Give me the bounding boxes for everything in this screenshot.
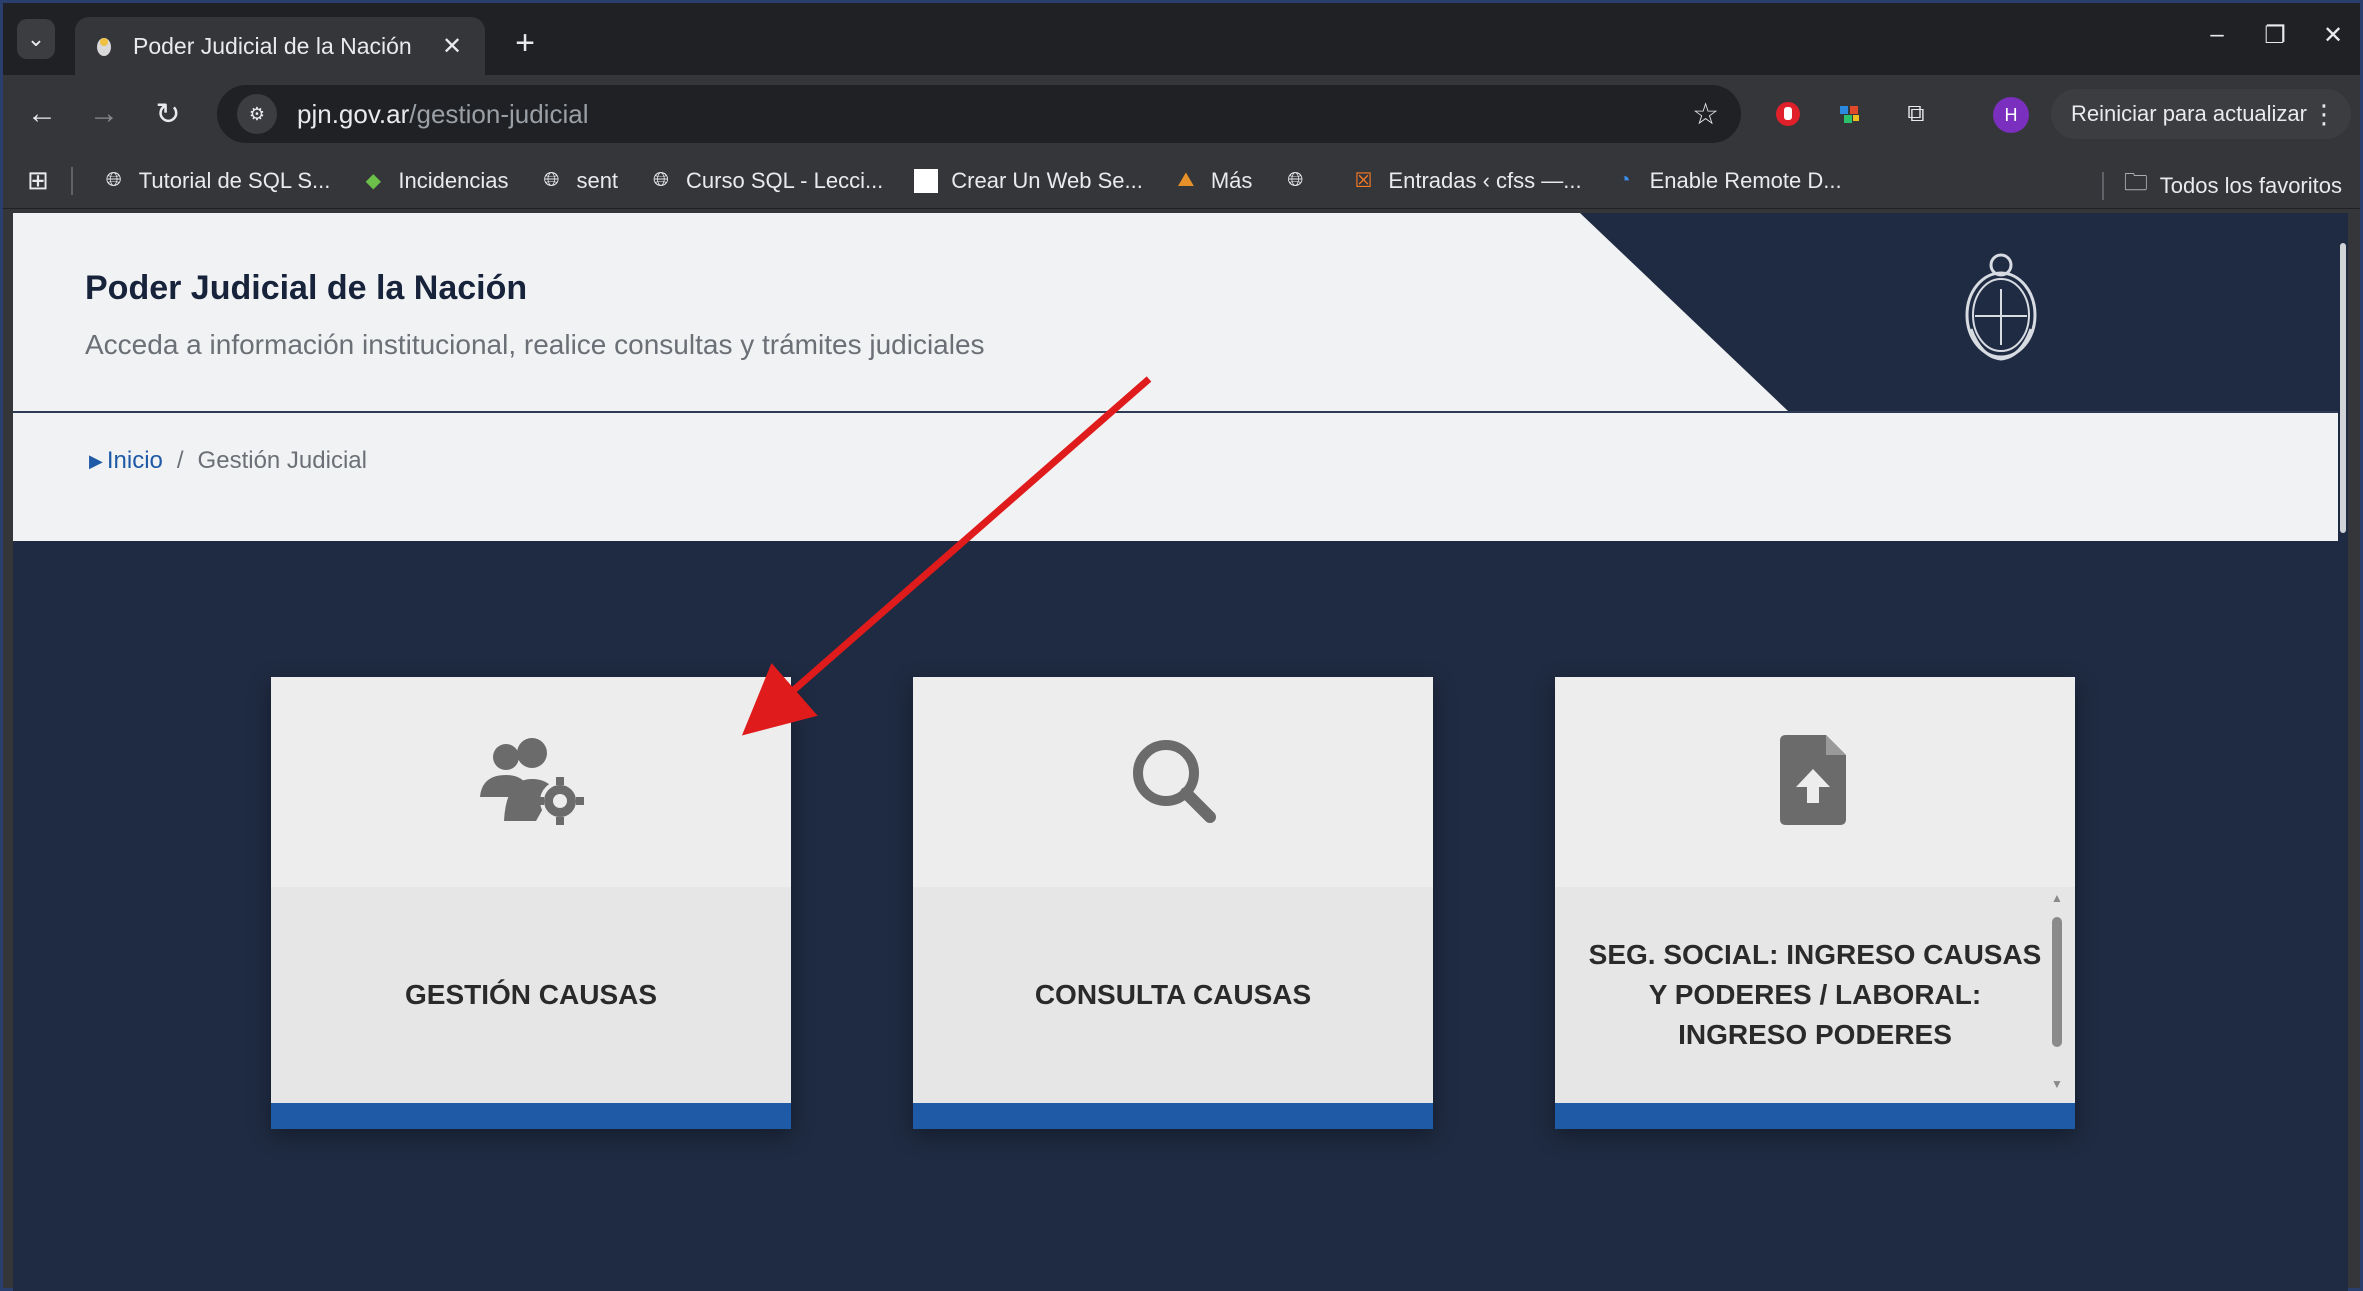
bookmark-item[interactable]: ◆ Incidencias xyxy=(360,167,509,194)
globe-icon: 🌐︎ xyxy=(1287,169,1304,191)
bookmark-label: Más xyxy=(1210,167,1253,193)
profile-avatar[interactable]: H xyxy=(1993,97,2029,133)
tab-close-icon[interactable]: ✕ xyxy=(437,32,467,61)
search-icon xyxy=(1128,735,1218,830)
national-coat-of-arms-icon xyxy=(1961,249,2041,365)
bookmark-label: Incidencias xyxy=(398,167,509,193)
close-window-icon[interactable]: ✕ xyxy=(2316,21,2350,50)
globe-icon: 🌐︎ xyxy=(543,169,560,191)
globe-icon: 🌐︎ xyxy=(653,169,670,191)
all-bookmarks-button[interactable]: 🗀 Todos los favoritos xyxy=(2101,165,2342,206)
bookmark-star-icon[interactable]: ☆ xyxy=(1692,97,1719,132)
url-path: /gestion-judicial xyxy=(409,98,589,129)
card-label-area: GESTIÓN CAUSAS xyxy=(271,887,791,1103)
browser-window: ⌄ Poder Judicial de la Nación ✕ + – ❐ ✕ … xyxy=(0,0,2363,1291)
card-label-area: SEG. SOCIAL: INGRESO CAUSAS Y PODERES / … xyxy=(1555,887,2075,1103)
card-accent-bar xyxy=(913,1103,1433,1129)
users-gear-icon xyxy=(476,735,586,830)
tab-strip: ⌄ Poder Judicial de la Nación ✕ + – ❐ ✕ xyxy=(3,3,2360,75)
breadcrumb-bar: ▶ Inicio / Gestión Judicial xyxy=(13,411,2348,541)
breadcrumb-current: Gestión Judicial xyxy=(197,447,367,474)
browser-toolbar: ← → ↻ ⚙ pjn.gov.ar/gestion-judicial ☆ ⧉ … xyxy=(3,75,2360,153)
site-info-icon[interactable]: ⚙ xyxy=(237,94,277,134)
bookmark-label: Tutorial de SQL S... xyxy=(138,167,331,193)
bookmark-item[interactable]: 🌐︎ xyxy=(1282,168,1320,194)
url-host: pjn.gov.ar xyxy=(297,98,410,129)
page-scrollbar[interactable] xyxy=(2338,213,2348,1291)
colorful-extension-icon[interactable] xyxy=(1831,95,1869,133)
bookmarks-separator xyxy=(2101,171,2104,200)
card-label: GESTIÓN CAUSAS xyxy=(404,979,658,1010)
bookmark-label: Entradas ‹ cfss —... xyxy=(1388,167,1582,193)
card-gestion-causas[interactable]: GESTIÓN CAUSAS xyxy=(271,677,791,1129)
bookmark-item[interactable]: 🌐︎ sent xyxy=(538,168,618,194)
tab-title: Poder Judicial de la Nación xyxy=(133,32,412,59)
bookmark-label: Enable Remote D... xyxy=(1649,167,1842,193)
extensions-puzzle-icon[interactable]: ⧉ xyxy=(1897,95,1935,133)
xampp-icon: ☒ xyxy=(1354,170,1373,192)
bookmark-item[interactable]: Crear Un Web Se... xyxy=(913,168,1143,194)
all-bookmarks-label: Todos los favoritos xyxy=(2159,172,2342,198)
breadcrumb-separator: / xyxy=(176,447,184,474)
scroll-thumb[interactable] xyxy=(2052,917,2062,1047)
card-icon-area xyxy=(913,677,1433,887)
page-scroll-thumb[interactable] xyxy=(2340,243,2346,533)
bookmarks-bar: ⊞ 🌐︎ Tutorial de SQL S... ◆ Incidencias … xyxy=(3,153,2360,209)
window-controls: – ❐ ✕ xyxy=(2200,21,2350,50)
web-page: Poder Judicial de la Nación Acceda a inf… xyxy=(13,213,2348,1291)
site-header: Poder Judicial de la Nación Acceda a inf… xyxy=(13,213,2348,411)
bookmark-favicon: ◆ xyxy=(365,170,382,192)
tab-active[interactable]: Poder Judicial de la Nación ✕ xyxy=(75,17,485,75)
card-icon-area xyxy=(1555,677,2075,887)
site-favicon-icon xyxy=(93,33,115,59)
card-scrollbar[interactable]: ▲ ▼ xyxy=(2049,891,2065,1091)
minimize-icon[interactable]: – xyxy=(2200,21,2234,50)
bookmark-label: Crear Un Web Se... xyxy=(951,167,1143,193)
bookmark-item[interactable]: ☒ Entradas ‹ cfss —... xyxy=(1350,168,1581,194)
more-menu-icon[interactable]: ⋮ xyxy=(2311,99,2337,130)
remote-icon: ◔ xyxy=(1618,169,1631,191)
reload-icon[interactable]: ↻ xyxy=(147,93,189,135)
breadcrumb-home-link[interactable]: Inicio xyxy=(107,447,163,475)
card-icon-area xyxy=(271,677,791,887)
card-accent-bar xyxy=(1555,1103,2075,1129)
new-tab-button[interactable]: + xyxy=(505,23,545,63)
restart-label: Reiniciar para actualizar xyxy=(2071,101,2307,126)
forward-icon[interactable]: → xyxy=(83,93,125,135)
card-accent-bar xyxy=(271,1103,791,1129)
site-subtitle: Acceda a información institucional, real… xyxy=(85,329,985,360)
apps-grid-icon[interactable]: ⊞ xyxy=(27,165,49,196)
card-seg-social[interactable]: SEG. SOCIAL: INGRESO CAUSAS Y PODERES / … xyxy=(1555,677,2075,1129)
blank-page-icon xyxy=(913,168,939,194)
scroll-up-icon[interactable]: ▲ xyxy=(2049,891,2065,905)
bookmarks-separator xyxy=(70,166,73,195)
bookmark-item[interactable]: ⛰ Más xyxy=(1173,167,1253,194)
globe-icon: 🌐︎ xyxy=(105,169,122,191)
site-title[interactable]: Poder Judicial de la Nación xyxy=(85,269,527,308)
bookmark-label: Curso SQL - Lecci... xyxy=(686,167,884,193)
back-icon[interactable]: ← xyxy=(21,93,63,135)
card-label-area: CONSULTA CAUSAS xyxy=(913,887,1433,1103)
restore-icon[interactable]: ❐ xyxy=(2258,21,2292,50)
bookmark-item[interactable]: 🌐︎ Curso SQL - Lecci... xyxy=(648,168,883,194)
caret-right-icon: ▶ xyxy=(89,450,103,471)
card-label: CONSULTA CAUSAS xyxy=(1034,979,1312,1010)
tab-search-button[interactable]: ⌄ xyxy=(17,19,55,59)
card-label: SEG. SOCIAL: INGRESO CAUSAS Y PODERES / … xyxy=(1588,939,2042,1050)
address-bar[interactable]: ⚙ pjn.gov.ar/gestion-judicial ☆ xyxy=(217,85,1741,143)
restart-to-update-button[interactable]: Reiniciar para actualizar ⋮ xyxy=(2051,89,2351,139)
bookmark-label: sent xyxy=(576,167,619,193)
folder-icon: 🗀 xyxy=(2123,169,2148,196)
adblock-extension-icon[interactable] xyxy=(1769,95,1807,133)
bookmark-item[interactable]: ◔ Enable Remote D... xyxy=(1612,168,1842,194)
scroll-down-icon[interactable]: ▼ xyxy=(2049,1077,2065,1091)
chevron-down-icon: ⌄ xyxy=(26,26,46,51)
bookmark-item[interactable]: 🌐︎ Tutorial de SQL S... xyxy=(101,168,331,194)
bookmark-favicon: ⛰ xyxy=(1177,169,1195,191)
card-consulta-causas[interactable]: CONSULTA CAUSAS xyxy=(913,677,1433,1129)
breadcrumb: ▶ Inicio / Gestión Judicial xyxy=(89,447,367,475)
file-upload-icon xyxy=(1780,734,1850,830)
